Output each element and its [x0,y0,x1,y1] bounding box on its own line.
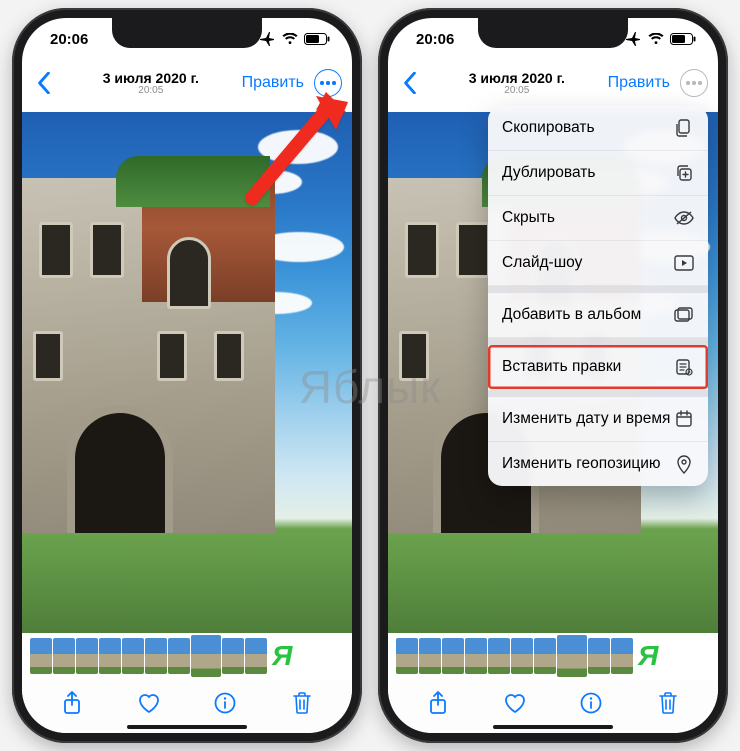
nav-time: 20:05 [60,85,242,96]
menu-item-copy[interactable]: Скопировать [488,106,708,151]
airplane-icon [626,32,642,46]
logo-badge: Я [638,640,658,672]
menu-item-slideshow[interactable]: Слайд-шоу [488,241,708,286]
menu-separator [488,338,708,345]
ellipsis-icon [686,81,702,85]
info-button[interactable] [574,686,608,720]
thumb[interactable] [168,638,190,674]
thumb[interactable] [53,638,75,674]
trash-button[interactable] [285,686,319,720]
like-button[interactable] [132,686,166,720]
menu-separator [488,286,708,293]
status-time: 20:06 [50,31,88,48]
wifi-icon [648,33,664,45]
album-add-icon [674,305,694,325]
play-rect-icon [674,253,694,273]
menu-item-add-album[interactable]: Добавить в альбом [488,293,708,338]
thumbnail-strip[interactable]: Я [22,633,352,679]
eye-off-icon [674,208,694,228]
duplicate-icon [674,163,694,183]
thumb[interactable] [419,638,441,674]
thumb-selected[interactable] [557,635,587,677]
screen-right: 20:06 3 июля 2 [388,18,718,733]
thumbnail-strip[interactable]: Я [388,633,718,679]
status-time: 20:06 [416,31,454,48]
thumb[interactable] [534,638,556,674]
back-button[interactable] [28,67,60,99]
menu-label: Скрыть [502,209,555,227]
menu-label: Изменить дату и время [502,410,670,428]
logo-badge: Я [272,640,292,672]
like-button[interactable] [498,686,532,720]
phone-frame-right: 20:06 3 июля 2 [378,8,728,743]
menu-label: Дублировать [502,164,595,182]
thumb[interactable] [588,638,610,674]
menu-item-duplicate[interactable]: Дублировать [488,151,708,196]
trash-button[interactable] [651,686,685,720]
more-button[interactable] [680,69,708,97]
menu-label: Изменить геопозицию [502,455,661,473]
menu-label: Вставить правки [502,358,621,376]
thumb-selected[interactable] [191,635,221,677]
thumb[interactable] [76,638,98,674]
thumb[interactable] [222,638,244,674]
ellipsis-icon [320,81,336,85]
thumb[interactable] [99,638,121,674]
menu-item-edit-date[interactable]: Изменить дату и время [488,397,708,442]
thumb[interactable] [145,638,167,674]
menu-separator [488,390,708,397]
notch [112,18,262,48]
nav-bar: 3 июля 2020 г. 20:05 Править [388,60,718,106]
wifi-icon [282,33,298,45]
thumb[interactable] [488,638,510,674]
thumb[interactable] [396,638,418,674]
edit-button[interactable]: Править [608,74,670,92]
menu-label: Скопировать [502,119,595,137]
airplane-icon [260,32,276,46]
nav-date: 3 июля 2020 г. [60,70,242,86]
nav-title-wrap: 3 июля 2020 г. 20:05 [60,70,242,96]
notch [478,18,628,48]
info-button[interactable] [208,686,242,720]
thumb[interactable] [245,638,267,674]
pin-icon [674,454,694,474]
copy-icon [674,118,694,138]
back-button[interactable] [394,67,426,99]
menu-label: Добавить в альбом [502,306,641,324]
callout-arrow [240,86,350,211]
menu-item-paste-edits[interactable]: Вставить правки [488,345,708,390]
thumb[interactable] [511,638,533,674]
battery-icon [304,33,330,45]
phone-frame-left: 20:06 3 июля 2 [12,8,362,743]
menu-label: Слайд-шоу [502,254,582,272]
nav-date: 3 июля 2020 г. [426,70,608,86]
thumb[interactable] [465,638,487,674]
context-menu: Скопировать Дублировать Скрыть Слайд-шоу [488,106,708,486]
home-indicator[interactable] [493,725,613,729]
thumb[interactable] [30,638,52,674]
paste-edits-icon [674,357,694,377]
calendar-icon [674,409,694,429]
menu-item-edit-location[interactable]: Изменить геопозицию [488,442,708,486]
menu-item-hide[interactable]: Скрыть [488,196,708,241]
thumb[interactable] [122,638,144,674]
home-indicator[interactable] [127,725,247,729]
share-button[interactable] [55,686,89,720]
nav-time: 20:05 [426,85,608,96]
share-button[interactable] [421,686,455,720]
battery-icon [670,33,696,45]
thumb[interactable] [442,638,464,674]
nav-title-wrap: 3 июля 2020 г. 20:05 [426,70,608,96]
thumb[interactable] [611,638,633,674]
